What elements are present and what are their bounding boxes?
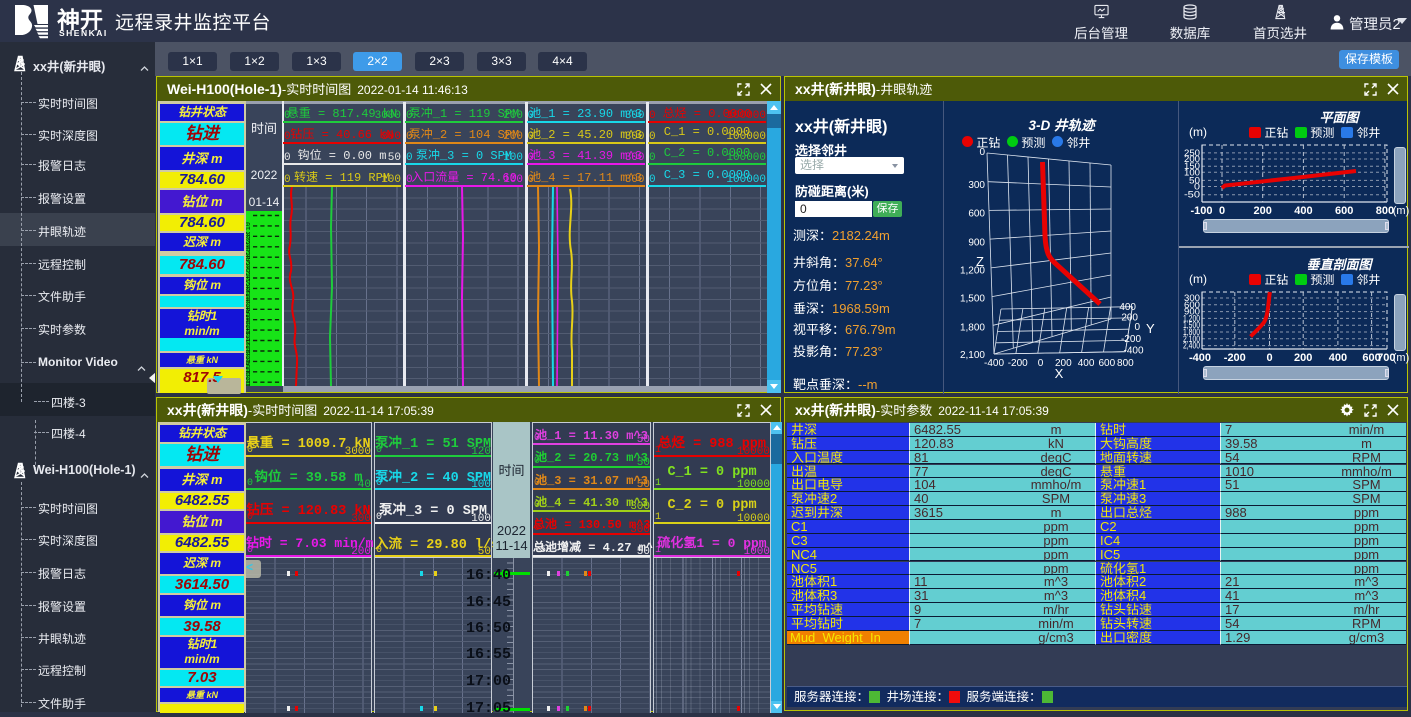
svg-text:-200: -200: [1224, 352, 1246, 364]
svg-text:0: 0: [1134, 322, 1140, 333]
svg-text:-400: -400: [1189, 352, 1211, 364]
svg-text:X: X: [1055, 366, 1064, 381]
svg-text:600: 600: [968, 208, 985, 219]
svg-text:200: 200: [1294, 352, 1312, 364]
svg-text:Y: Y: [1146, 321, 1155, 336]
svg-text:-50: -50: [1184, 190, 1200, 201]
svg-text:(m): (m): [1393, 352, 1409, 364]
svg-text:2,100: 2,100: [960, 350, 985, 361]
svg-text:200: 200: [1254, 205, 1272, 217]
svg-text:400: 400: [1294, 205, 1312, 217]
svg-text:0: 0: [1266, 352, 1272, 364]
svg-text:800: 800: [1117, 358, 1134, 369]
svg-text:0: 0: [1038, 358, 1044, 369]
svg-text:400: 400: [1329, 352, 1347, 364]
svg-text:0: 0: [1219, 205, 1225, 217]
svg-text:600: 600: [1098, 358, 1115, 369]
svg-text:-200: -200: [1121, 334, 1141, 345]
svg-text:0: 0: [979, 147, 985, 158]
svg-text:300: 300: [968, 180, 985, 191]
svg-text:Z: Z: [976, 254, 984, 269]
svg-text:-400: -400: [1123, 346, 1143, 357]
svg-text:-200: -200: [1008, 358, 1028, 369]
svg-text:-100: -100: [1190, 205, 1212, 217]
svg-text:1,500: 1,500: [960, 293, 985, 304]
svg-text:600: 600: [1335, 205, 1353, 217]
svg-text:(m): (m): [1393, 205, 1409, 217]
svg-text:400: 400: [1119, 302, 1136, 313]
svg-text:900: 900: [968, 237, 985, 248]
svg-text:1,800: 1,800: [960, 322, 985, 333]
svg-text:-400: -400: [984, 358, 1004, 369]
svg-text:2,400: 2,400: [1183, 341, 1200, 352]
svg-text:400: 400: [1078, 358, 1095, 369]
svg-text:800: 800: [1376, 205, 1394, 217]
